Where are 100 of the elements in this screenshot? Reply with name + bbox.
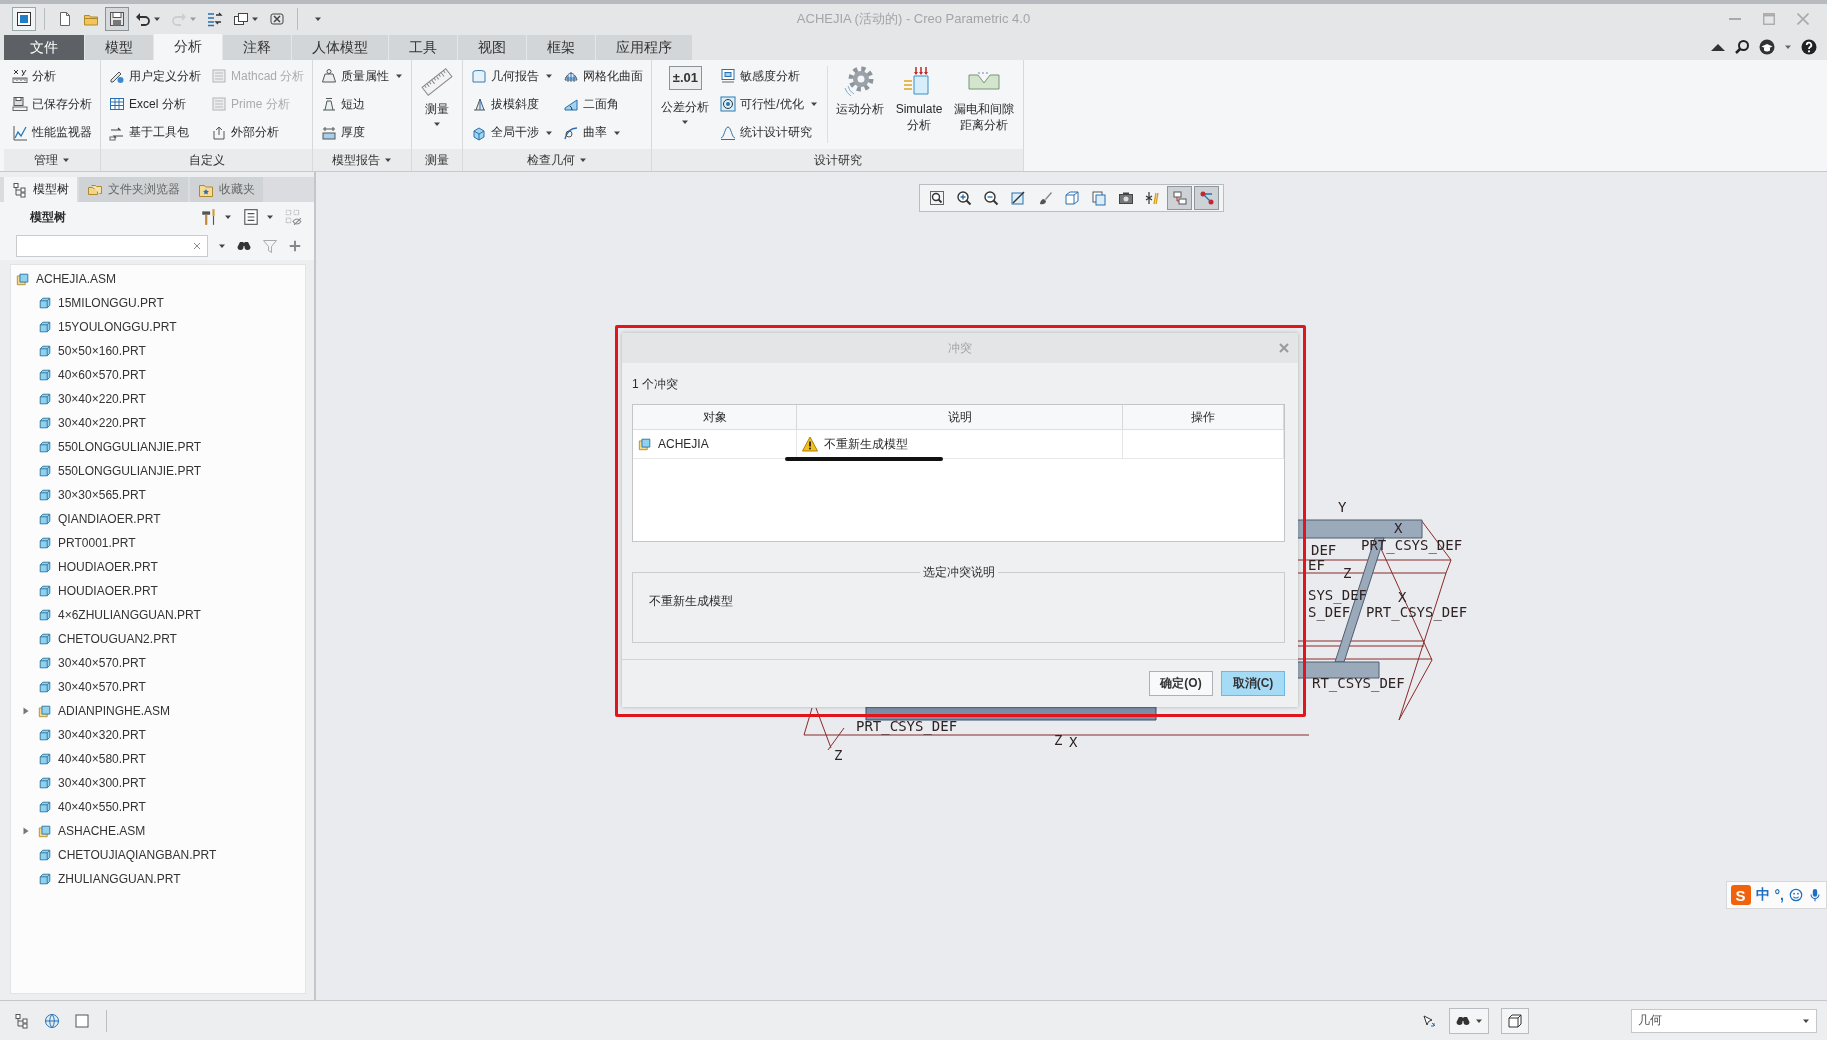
tree-item[interactable]: 30×40×220.PRT [11,411,305,435]
ribbon-button[interactable]: 测量 [417,66,458,128]
group-menu-label[interactable]: 检查几何 [463,149,652,171]
punctuation-mode[interactable]: °, [1774,887,1784,903]
ribbon-button[interactable]: 分析 [9,63,95,89]
microphone-icon[interactable] [1808,888,1822,902]
dialog-button[interactable]: 确定(O) [1149,671,1213,696]
ribbon-tab[interactable]: 分析 [154,34,222,60]
clear-icon[interactable] [191,240,203,252]
datum-label: X [1069,734,1078,750]
tree-item[interactable]: 30×40×320.PRT [11,723,305,747]
tree-item[interactable]: HOUDIAOER.PRT [11,579,305,603]
tree-item[interactable]: PRT0001.PRT [11,531,305,555]
graduation-cap-icon[interactable] [1759,39,1775,55]
asterisk-slash-icon [1144,190,1161,206]
settings-button[interactable] [200,208,232,226]
ribbon-button[interactable]: 漏电和间隙距离分析 [950,66,1019,133]
ribbon-button[interactable]: Excel 分析 [106,92,204,117]
ribbon-button[interactable]: 二面角 [560,92,647,117]
tree-item[interactable]: ZHULIANGGUAN.PRT [11,867,305,891]
search-field[interactable] [16,235,208,257]
tree-item[interactable]: 30×30×565.PRT [11,483,305,507]
group-menu-label[interactable]: 模型报告 [313,149,412,171]
show-button[interactable] [242,208,274,226]
ribbon-button[interactable]: 短边 [318,92,407,117]
part-icon [38,488,52,502]
tree-item[interactable]: 40×60×570.PRT [11,363,305,387]
panel-tab[interactable]: 模型树 [4,177,77,202]
expand-arrow-icon[interactable] [22,707,30,715]
tree-icon [12,181,28,198]
selection-button[interactable] [1501,1007,1529,1034]
ribbon-button[interactable]: ±.01 公差分析 [657,66,714,126]
tree-item[interactable]: 30×40×300.PRT [11,771,305,795]
ribbon-button[interactable]: 运动分析 [831,66,888,117]
tree-item[interactable]: CHETOUJIAQIANGBAN.PRT [11,843,305,867]
tree-item[interactable]: 50×50×160.PRT [11,339,305,363]
ribbon-button[interactable]: 曲率 [560,120,647,146]
tree-item[interactable]: 40×40×580.PRT [11,747,305,771]
tree-item[interactable]: 15YOULONGGU.PRT [11,315,305,339]
tree-item[interactable]: QIANDIAOER.PRT [11,507,305,531]
ribbon-tab[interactable]: 文件 [4,35,84,60]
app-menu-button[interactable] [12,7,36,31]
ribbon-button[interactable]: 用户定义分析 [106,63,204,89]
ribbon-tab[interactable]: 应用程序 [596,35,692,60]
input-mode[interactable]: 中 [1755,886,1770,904]
ribbon-button[interactable]: 敏感度分析 [717,63,821,89]
tree-item[interactable]: 40×40×550.PRT [11,795,305,819]
ribbon-button[interactable]: 拔模斜度 [468,92,557,117]
grid-eye-icon[interactable] [284,208,302,226]
tree-item[interactable]: ASHACHE.ASM [11,819,305,843]
expand-arrow-icon[interactable] [22,827,30,835]
tree-item[interactable]: 30×40×570.PRT [11,651,305,675]
ribbon-button[interactable]: 可行性/优化 [717,92,821,117]
tree-item[interactable]: 30×40×570.PRT [11,675,305,699]
zoom-in-icon [955,190,972,206]
ribbon-button[interactable]: 厚度 [318,120,407,146]
smiley-icon[interactable] [1789,888,1803,902]
filter-dropdown[interactable]: 几何 [1631,1008,1817,1033]
tree-item[interactable]: CHETOUGUAN2.PRT [11,627,305,651]
caret-icon[interactable] [218,242,226,250]
ribbon-tab[interactable]: 视图 [458,35,526,60]
quick-access-button[interactable] [105,7,129,31]
tree-item[interactable]: ADIANPINGHE.ASM [11,699,305,723]
tree-item[interactable]: 550LONGGULIANJIE.PRT [11,459,305,483]
table-icon [109,96,125,113]
ribbon-button[interactable]: 几何报告 [468,63,557,89]
group-menu-label[interactable]: 管理 [4,149,100,171]
panel-tab[interactable]: 收藏夹 [190,177,263,202]
chevron-up-icon[interactable] [1711,43,1725,51]
caret-icon[interactable] [1784,43,1792,51]
tree-item[interactable]: ACHEJIA.ASM [11,267,305,291]
ribbon-tab[interactable]: 框架 [527,35,595,60]
ribbon-tab[interactable]: 人体模型 [292,35,388,60]
tree-item[interactable]: 30×40×220.PRT [11,387,305,411]
tree-item[interactable]: 550LONGGULIANJIE.PRT [11,435,305,459]
ribbon-button[interactable]: 质量属性 [318,63,407,89]
ribbon-button[interactable]: 全局干涉 [468,120,557,146]
ribbon-tab[interactable]: 注释 [223,35,291,60]
square-slash-icon [1009,190,1026,206]
ribbon-button[interactable]: 外部分析 [208,120,308,146]
ribbon-button[interactable]: 统计设计研究 [717,120,821,146]
ribbon-button[interactable]: 性能监视器 [9,120,95,146]
search-icon[interactable] [1734,39,1750,55]
ribbon-button[interactable]: Simulate 分析 [891,66,947,133]
cursor-arrows-icon[interactable] [1421,1012,1437,1029]
find-button[interactable] [1449,1007,1489,1034]
ribbon-button[interactable]: 网格化曲面 [560,63,647,89]
panel-tab[interactable]: 文件夹浏览器 [79,177,188,202]
connector-icon [1198,190,1215,206]
dialog-button[interactable]: 取消(C) [1221,671,1285,696]
tree-item[interactable]: 4×6ZHULIANGGUAN.PRT [11,603,305,627]
ribbon-tab[interactable]: 工具 [389,35,457,60]
ribbon-tab[interactable]: 模型 [85,35,153,60]
plus-icon[interactable] [288,239,302,253]
tree-item[interactable]: 15MILONGGU.PRT [11,291,305,315]
help-icon[interactable] [1801,39,1817,55]
ribbon-button[interactable]: 基于工具包 [106,120,204,146]
datum-label: X [1398,589,1407,605]
tree-item[interactable]: HOUDIAOER.PRT [11,555,305,579]
ribbon-button[interactable]: 已保存分析 [9,92,95,117]
